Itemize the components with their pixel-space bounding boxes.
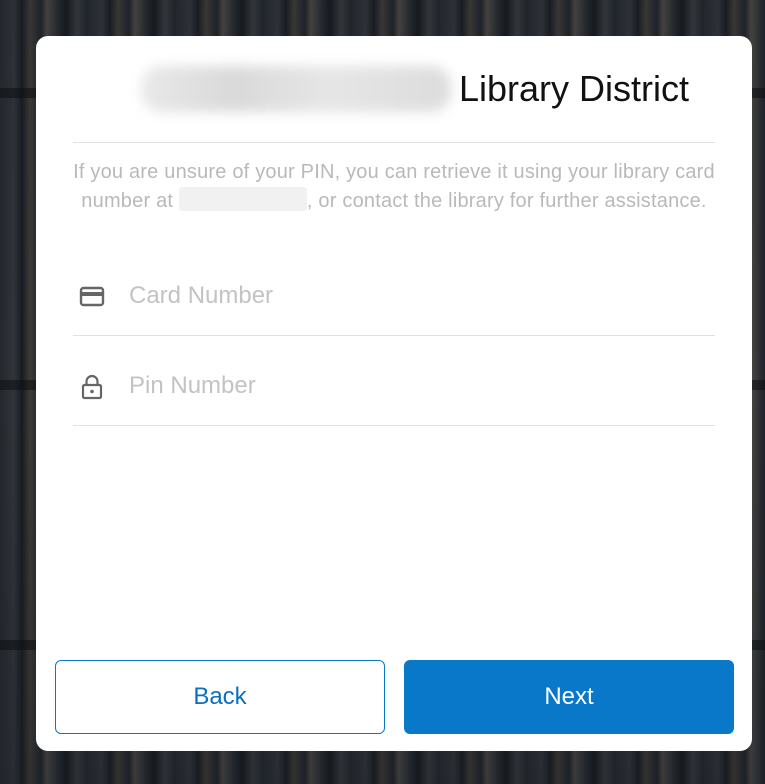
login-dialog: Library District If you are unsure of yo… (36, 36, 752, 751)
lock-icon (81, 374, 103, 400)
dialog-header: Library District (73, 36, 715, 143)
library-title: Library District (459, 68, 690, 109)
redacted-library-name (141, 66, 451, 112)
credit-card-icon (79, 286, 105, 307)
help-text-after: , or contact the library for further ass… (306, 190, 707, 212)
next-button[interactable]: Next (404, 660, 734, 734)
card-number-input[interactable] (129, 276, 689, 316)
back-button[interactable]: Back (55, 660, 385, 734)
pin-number-input[interactable] (129, 366, 689, 406)
redacted-url (178, 187, 307, 211)
card-number-field (73, 246, 715, 336)
pin-number-field (73, 336, 715, 426)
pin-help-text: If you are unsure of your PIN, you can r… (73, 158, 715, 216)
